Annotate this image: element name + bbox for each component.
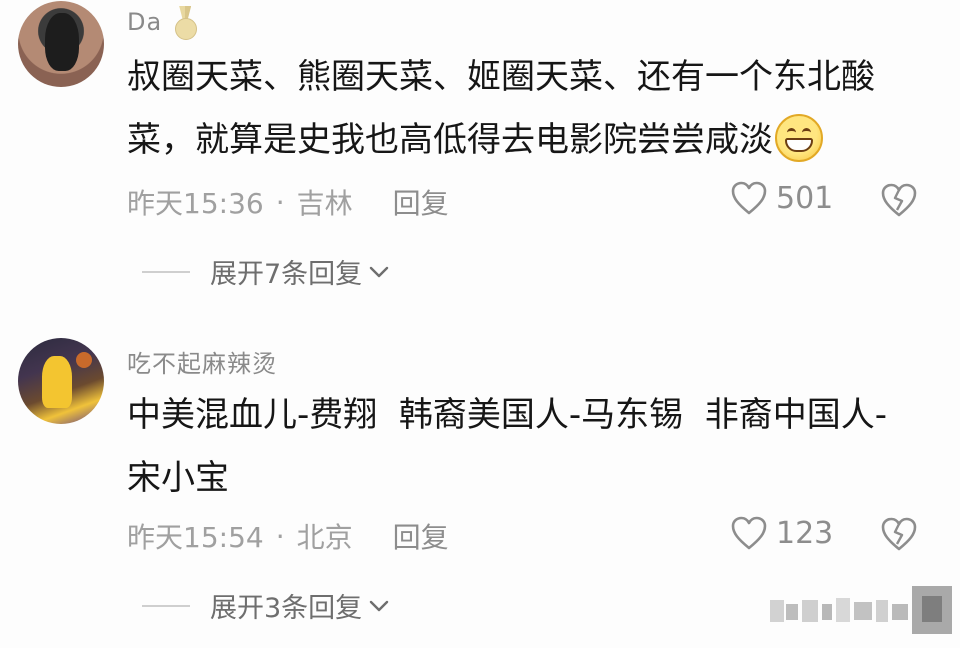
heart-icon xyxy=(731,516,767,550)
divider xyxy=(142,270,190,273)
comment-text: 叔圈天菜、熊圈天菜、姬圈天菜、还有一个东北酸菜，就算是史我也高低得去电影院尝尝咸… xyxy=(127,57,875,162)
comment-meta: 昨天15:36 · 吉林 回复 xyxy=(127,182,449,222)
expand-replies-button[interactable]: 展开3条回复 xyxy=(142,586,390,625)
watermark xyxy=(768,586,960,648)
like-button[interactable]: 123 xyxy=(730,515,833,551)
comment-meta: 昨天15:54 · 北京 回复 xyxy=(127,516,449,556)
username[interactable]: Da xyxy=(127,6,198,40)
timestamp: 昨天15:36 xyxy=(127,187,264,220)
comment-list: Da 叔圈天菜、熊圈天菜、姬圈天菜、还有一个东北酸菜，就算是史我也高低得去电影院… xyxy=(0,0,960,648)
avatar[interactable] xyxy=(18,338,104,424)
grinning-emoji-icon xyxy=(775,113,823,162)
avatar[interactable] xyxy=(18,1,104,87)
like-count: 501 xyxy=(776,180,834,216)
like-count: 123 xyxy=(776,515,834,551)
medal-icon xyxy=(174,6,198,40)
chevron-down-icon xyxy=(369,600,389,611)
username[interactable]: 吃不起麻辣烫 xyxy=(127,344,277,379)
location: 北京 xyxy=(296,521,353,554)
timestamp: 昨天15:54 xyxy=(127,521,264,554)
comment-text: 中美混血儿-费翔 韩裔美国人-马东锡 非裔中国人-宋小宝 xyxy=(127,395,888,498)
expand-replies-button[interactable]: 展开7条回复 xyxy=(142,252,390,291)
location: 吉林 xyxy=(296,187,353,220)
like-button[interactable]: 501 xyxy=(730,180,833,216)
reply-button[interactable]: 回复 xyxy=(393,182,449,222)
divider xyxy=(142,604,190,607)
broken-heart-icon[interactable] xyxy=(880,182,918,218)
chevron-down-icon xyxy=(369,266,389,277)
heart-icon xyxy=(731,181,767,215)
broken-heart-icon[interactable] xyxy=(880,516,918,552)
reply-button[interactable]: 回复 xyxy=(393,516,449,556)
